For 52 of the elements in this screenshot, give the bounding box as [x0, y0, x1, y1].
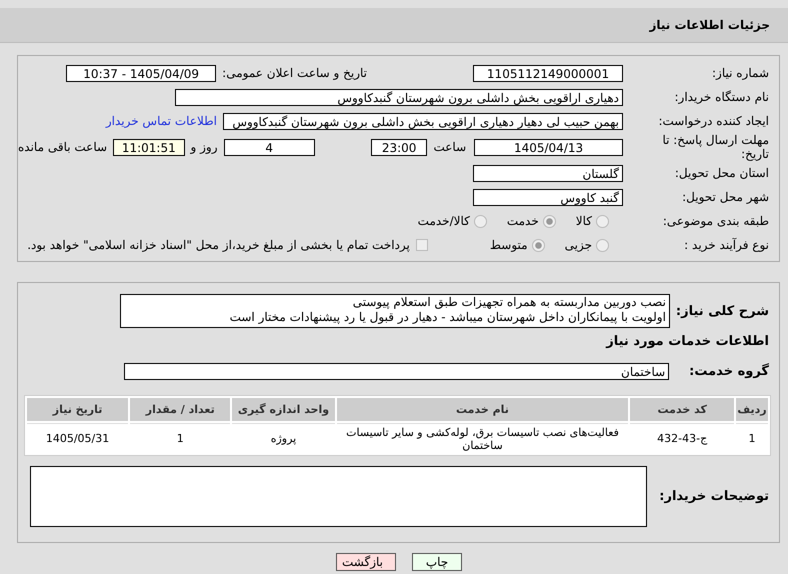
radio-button[interactable]: [596, 238, 609, 252]
text-field[interactable]: 23:00: [370, 138, 428, 156]
back-button[interactable]: بازگشت: [336, 553, 396, 571]
text-field[interactable]: بهمن حبیب لی دهیار دهیاری اراقویی بخش داشلی برون شهرستان گنبدکاووس: [223, 112, 623, 130]
text-field[interactable]: گنبد کاووس: [473, 188, 623, 206]
text-field[interactable]: ساختمان: [124, 362, 670, 380]
column-header: تاریخ نیاز: [27, 398, 128, 421]
text-field[interactable]: 1105112149000001: [473, 64, 623, 82]
table-cell: فعالیت‌های نصب تاسیسات برق، لوله‌کشی و سایر تاسیسات ساختمان: [336, 423, 628, 453]
radio-button[interactable]: [474, 214, 487, 228]
print-button[interactable]: چاپ: [412, 553, 462, 571]
radio-button[interactable]: [596, 214, 609, 228]
field-label: تاریخ و ساعت اعلان عمومی:: [222, 66, 367, 80]
contact-link[interactable]: اطلاعات تماس خریدار: [106, 114, 217, 128]
field-label: مهلت ارسال پاسخ: تا تاریخ:: [661, 133, 769, 161]
field-label: شهر محل تحویل:: [681, 190, 769, 204]
field-label: طبقه بندی موضوعی:: [662, 214, 769, 228]
text-field[interactable]: گلستان: [473, 164, 623, 182]
days-label: روز و: [190, 140, 218, 154]
option-label: کالا/خدمت: [418, 214, 470, 228]
column-header: تعداد / مقدار: [130, 398, 230, 421]
radio-button[interactable]: [532, 238, 545, 252]
column-header: واحد اندازه گیری: [232, 398, 335, 421]
field-label: ایجاد کننده درخواست:: [657, 114, 769, 128]
field-label: استان محل تحویل:: [674, 166, 769, 180]
description-field[interactable]: نصب دوربین مداربسته به همراه تجهیزات طبق استعلام پیوستی اولویت با پیمانکاران داخل شهرستان میباشد - دهیار در قبول یا رد پیشنهادات مختار است: [120, 294, 670, 328]
notes-field[interactable]: [30, 466, 648, 526]
section-title: اطلاعات خدمات مورد نیاز: [606, 334, 769, 348]
option-label: خدمت: [506, 214, 539, 228]
option-label: کالا: [576, 214, 592, 228]
checkbox-label: پرداخت تمام یا بخشی از مبلغ خرید،از محل "اسناد خزانه اسلامی" خواهد بود.: [27, 238, 410, 252]
checkbox[interactable]: [416, 239, 428, 251]
field-label: نوع فرآیند خرید :: [683, 238, 769, 252]
page-title: جزئیات اطلاعات نیاز: [649, 18, 770, 32]
column-header: ردیف: [736, 398, 768, 421]
field-label: توضیحات خریدار:: [659, 488, 769, 504]
text-field[interactable]: 4: [224, 138, 315, 156]
countdown-field: 11:01:51: [113, 138, 185, 156]
field-label: گروه خدمت:: [689, 364, 769, 378]
field-label: نام دستگاه خریدار:: [674, 90, 769, 104]
text-field[interactable]: 1405/04/09 - 10:37: [66, 64, 216, 82]
field-label: شرح کلی نیاز:: [676, 304, 769, 318]
option-label: متوسط: [490, 238, 528, 252]
text-field[interactable]: 1405/04/13: [474, 138, 623, 156]
option-label: جزیی: [564, 238, 592, 252]
remaining-label: ساعت باقی مانده: [18, 140, 108, 154]
text-field[interactable]: دهیاری اراقویی بخش داشلی برون شهرستان گنبدکاووس: [175, 88, 623, 106]
radio-button[interactable]: [542, 214, 556, 228]
column-header: کد خدمت: [630, 398, 734, 421]
column-header: نام خدمت: [336, 398, 628, 421]
field-label: شماره نیاز:: [711, 66, 769, 80]
time-label: ساعت: [433, 140, 466, 154]
